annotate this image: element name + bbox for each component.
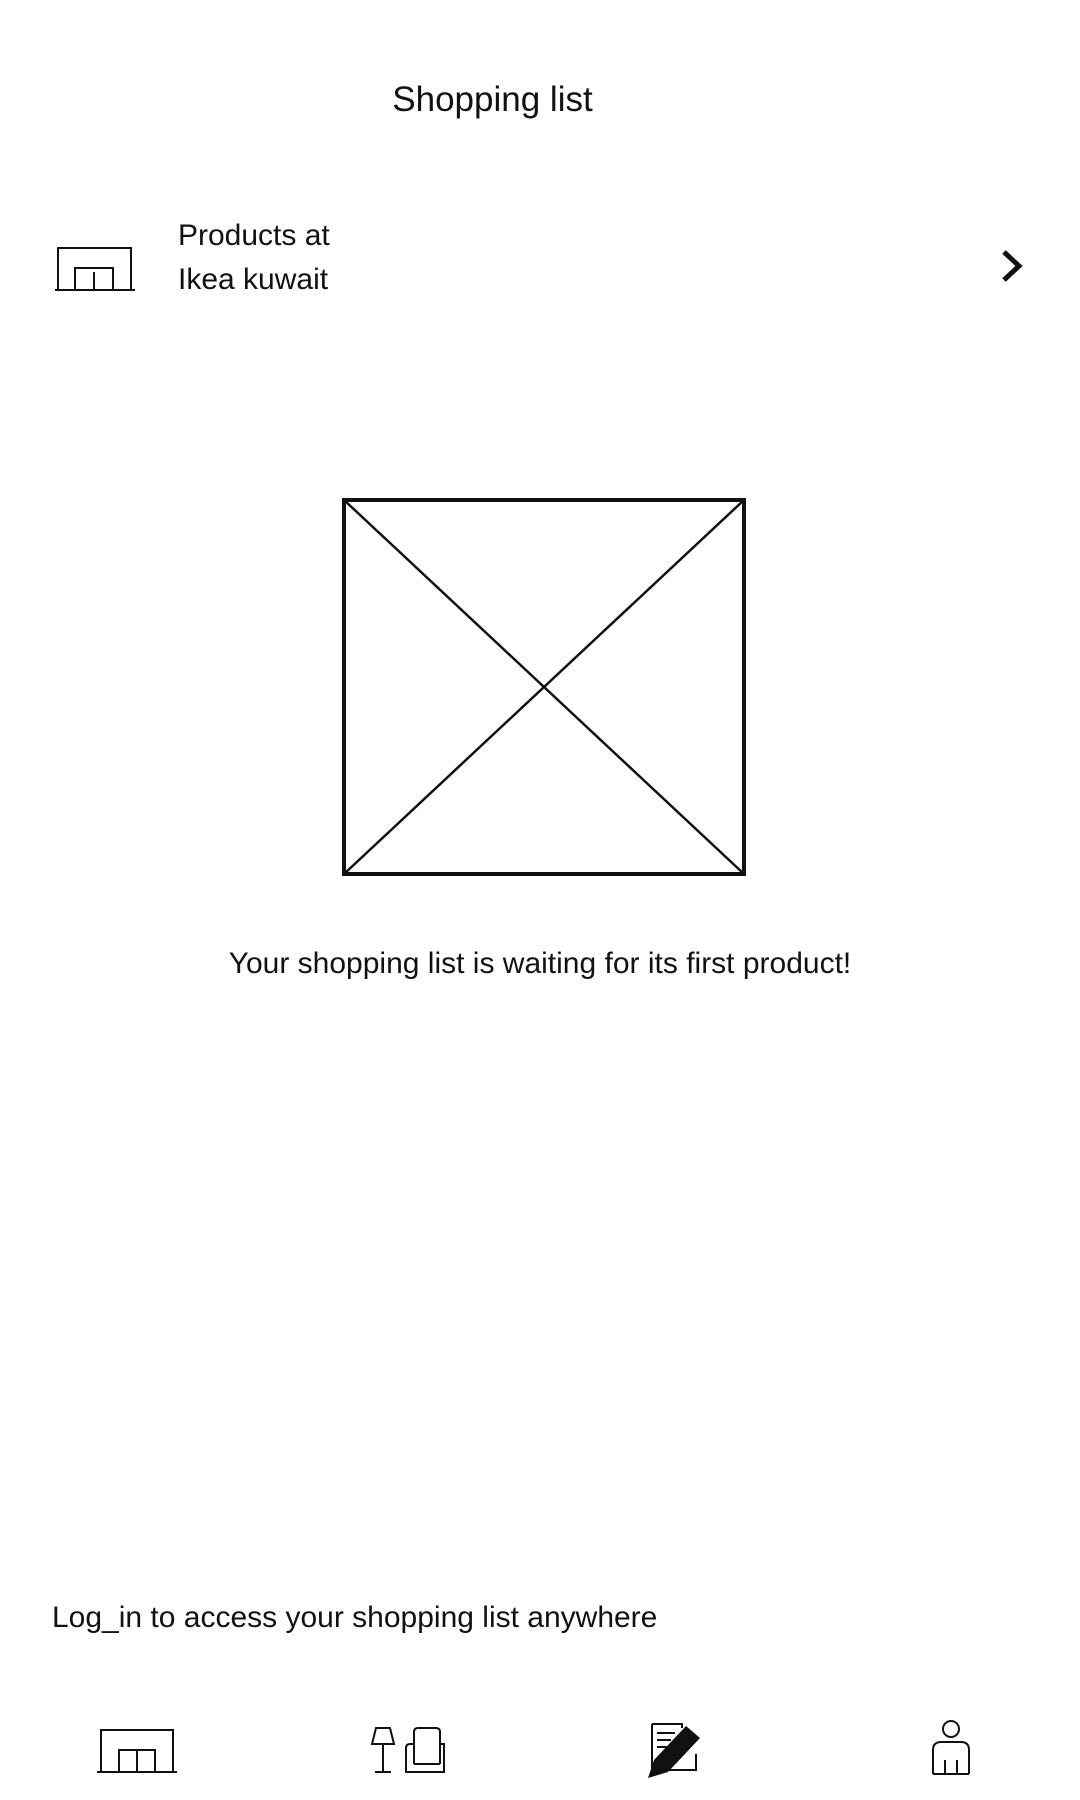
shopping-list-edit-icon	[648, 1723, 700, 1778]
store-label-line1: Products at	[178, 219, 330, 252]
nav-profile[interactable]	[891, 1700, 1011, 1800]
store-icon	[97, 1729, 177, 1773]
store-icon	[55, 247, 135, 291]
nav-home[interactable]	[77, 1700, 197, 1800]
lamp-armchair-icon	[370, 1727, 445, 1773]
store-selector-row[interactable]: Products at Ikea kuwait	[0, 210, 1080, 325]
nav-products[interactable]	[346, 1700, 466, 1800]
chevron-right-icon[interactable]	[995, 246, 1029, 286]
store-label: Products at Ikea kuwait	[178, 214, 330, 302]
empty-state-message: Your shopping list is waiting for its fi…	[228, 947, 852, 980]
bottom-navigation	[0, 1700, 1080, 1800]
page-title: Shopping list	[392, 80, 593, 119]
nav-shopping-list[interactable]	[622, 1700, 742, 1800]
person-icon	[932, 1720, 970, 1775]
login-prompt-link[interactable]: Log_in to access your shopping list anyw…	[52, 1598, 657, 1638]
store-name: Ikea kuwait	[178, 263, 329, 296]
image-placeholder-icon	[342, 498, 746, 876]
